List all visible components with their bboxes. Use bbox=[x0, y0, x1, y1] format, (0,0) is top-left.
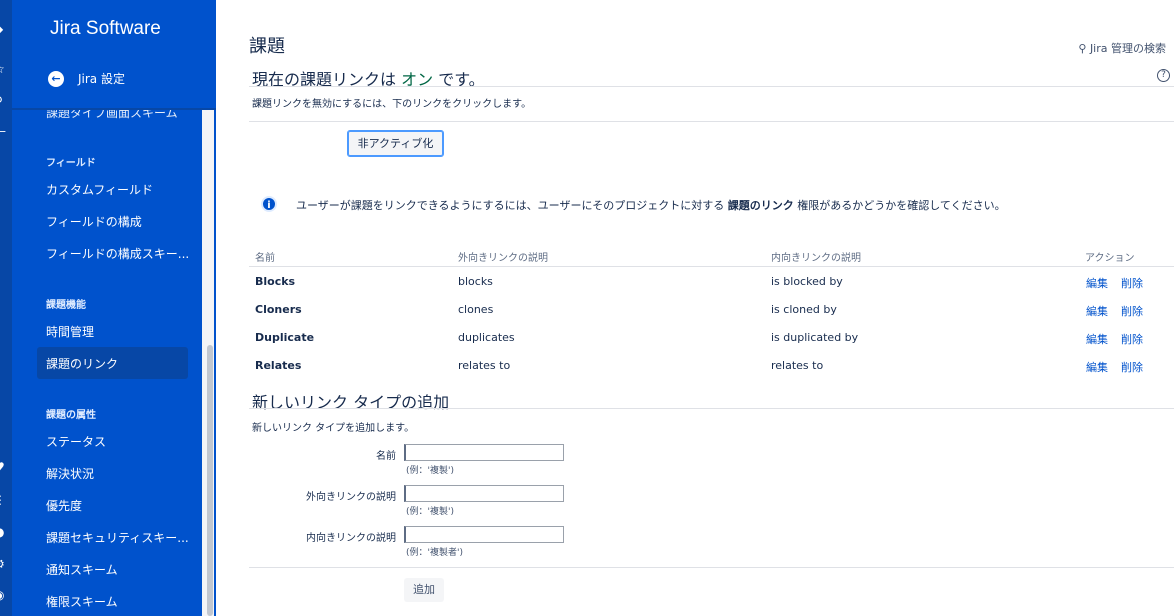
name-field-hint: (例：'複製') bbox=[406, 466, 454, 476]
main-content: 課題 ⚲ Jira 管理の検索 現在の課題リンクは オン です。 ? 課題リンク… bbox=[216, 0, 1174, 616]
global-nav-rail: ◆ ☆ ⚲ — ♥ ⋮ ● ⚙ ◉ bbox=[0, 0, 12, 616]
info-message: ユーザーが課題をリンクできるようにするには、ユーザーにそのプロジェクトに対する … bbox=[296, 197, 1006, 213]
disable-hint: 課題リンクを無効にするには、下のリンクをクリックします。 bbox=[252, 99, 532, 110]
delete-link[interactable]: 削除 bbox=[1121, 359, 1143, 375]
inward-description-field[interactable] bbox=[404, 526, 564, 543]
profile-icon[interactable]: ◉ bbox=[0, 588, 8, 602]
sidebar-item-field-configs[interactable]: フィールドの構成 bbox=[46, 213, 142, 230]
sidebar-scrollbar-thumb[interactable] bbox=[207, 345, 213, 616]
table-row-outward: clones bbox=[458, 303, 494, 316]
admin-search-label: Jira 管理の検索 bbox=[1089, 42, 1166, 55]
sidebar: Jira Software ← Jira 設定 課題タイプ画面スキーム フィール… bbox=[12, 0, 216, 616]
product-name[interactable]: Jira Software bbox=[50, 18, 161, 40]
table-header-divider bbox=[249, 266, 1174, 267]
info-icon: i bbox=[261, 196, 277, 212]
table-row-name: Relates bbox=[255, 359, 302, 372]
sidebar-item-time-tracking[interactable]: 時間管理 bbox=[46, 323, 94, 340]
help-question-icon[interactable]: ? bbox=[1157, 69, 1170, 82]
settings-icon[interactable]: ⚙ bbox=[0, 557, 8, 571]
table-row-outward: blocks bbox=[458, 275, 493, 288]
name-field[interactable] bbox=[404, 444, 564, 461]
sidebar-heading-issue-attributes: 課題の属性 bbox=[46, 410, 96, 421]
sidebar-heading-issue-features: 課題機能 bbox=[46, 300, 86, 311]
page-title: 課題 bbox=[249, 36, 285, 57]
apps-icon[interactable]: ⋮ bbox=[0, 493, 8, 507]
deactivate-button[interactable]: 非アクティブ化 bbox=[347, 130, 444, 157]
add-link-type-title: 新しいリンク タイプの追加 bbox=[252, 393, 450, 412]
add-button[interactable]: 追加 bbox=[404, 578, 444, 602]
sidebar-heading-fields: フィールド bbox=[46, 158, 96, 169]
column-header-outward: 外向きリンクの説明 bbox=[458, 253, 548, 264]
info-text-bold: 課題のリンク bbox=[727, 199, 794, 212]
sidebar-item-priorities[interactable]: 優先度 bbox=[46, 497, 82, 514]
table-row-name: Duplicate bbox=[255, 331, 315, 344]
divider bbox=[249, 567, 1174, 568]
divider bbox=[249, 86, 1174, 87]
sidebar-item-notification-schemes[interactable]: 通知スキーム bbox=[46, 561, 118, 578]
admin-search-link[interactable]: ⚲ Jira 管理の検索 bbox=[1078, 40, 1166, 56]
divider bbox=[249, 121, 1174, 122]
inward-field-label: 内向きリンクの説明 bbox=[306, 533, 396, 544]
back-label: Jira 設定 bbox=[78, 72, 125, 86]
sidebar-item-custom-fields[interactable]: カスタムフィールド bbox=[46, 181, 153, 198]
help-icon[interactable]: ● bbox=[0, 525, 8, 539]
delete-link[interactable]: 削除 bbox=[1121, 303, 1143, 319]
sidebar-item-issue-linking[interactable]: 課題のリンク bbox=[46, 355, 118, 372]
delete-link[interactable]: 削除 bbox=[1121, 331, 1143, 347]
inward-field-hint: (例：'複製者') bbox=[406, 548, 463, 558]
back-arrow-icon: ← bbox=[48, 70, 64, 87]
table-row-inward: is duplicated by bbox=[771, 331, 859, 344]
table-row-inward: relates to bbox=[771, 359, 824, 372]
column-header-name: 名前 bbox=[255, 253, 275, 264]
table-row-name: Blocks bbox=[255, 275, 296, 288]
add-link-type-desc: 新しいリンク タイプを追加します。 bbox=[252, 423, 415, 434]
jira-logo-icon[interactable]: ◆ bbox=[0, 22, 8, 36]
edit-link[interactable]: 編集 bbox=[1086, 331, 1108, 347]
sidebar-item-permission-schemes[interactable]: 権限スキーム bbox=[46, 593, 118, 610]
column-header-inward: 内向きリンクの説明 bbox=[771, 253, 861, 264]
sidebar-item-field-config-schemes[interactable]: フィールドの構成スキー... bbox=[46, 245, 189, 262]
edit-link[interactable]: 編集 bbox=[1086, 275, 1108, 291]
jira-admin-page: ◆ ☆ ⚲ — ♥ ⋮ ● ⚙ ◉ Jira Software ← Jira 設… bbox=[0, 0, 1174, 616]
outward-field-label: 外向きリンクの説明 bbox=[306, 492, 396, 503]
outward-description-field[interactable] bbox=[404, 485, 564, 502]
plus-icon[interactable]: — bbox=[0, 124, 8, 138]
delete-link[interactable]: 削除 bbox=[1121, 275, 1143, 291]
back-to-settings[interactable]: ← Jira 設定 bbox=[48, 70, 125, 87]
sidebar-item-issue-security-schemes[interactable]: 課題セキュリティスキー... bbox=[46, 529, 189, 546]
table-row-outward: relates to bbox=[458, 359, 511, 372]
sidebar-divider bbox=[12, 108, 216, 110]
column-header-actions: アクション bbox=[1085, 253, 1135, 264]
star-icon[interactable]: ☆ bbox=[0, 62, 8, 76]
sidebar-item-statuses[interactable]: ステータス bbox=[46, 433, 106, 450]
edit-link[interactable]: 編集 bbox=[1086, 303, 1108, 319]
sidebar-item-resolutions[interactable]: 解決状況 bbox=[46, 465, 94, 482]
info-text-before: ユーザーが課題をリンクできるようにするには、ユーザーにそのプロジェクトに対する bbox=[296, 199, 725, 212]
edit-link[interactable]: 編集 bbox=[1086, 359, 1108, 375]
search-icon[interactable]: ⚲ bbox=[0, 94, 8, 108]
table-row-inward: is cloned by bbox=[771, 303, 837, 316]
table-row-name: Cloners bbox=[255, 303, 302, 316]
info-text-after: 権限があるかどうかを確認してください。 bbox=[797, 199, 1006, 212]
divider bbox=[249, 408, 1174, 409]
table-row-outward: duplicates bbox=[458, 331, 515, 344]
table-row-inward: is blocked by bbox=[771, 275, 843, 288]
notification-icon[interactable]: ♥ bbox=[0, 460, 8, 474]
name-field-label: 名前 bbox=[376, 451, 396, 462]
search-icon: ⚲ bbox=[1078, 42, 1090, 55]
outward-field-hint: (例：'複製') bbox=[406, 507, 454, 517]
